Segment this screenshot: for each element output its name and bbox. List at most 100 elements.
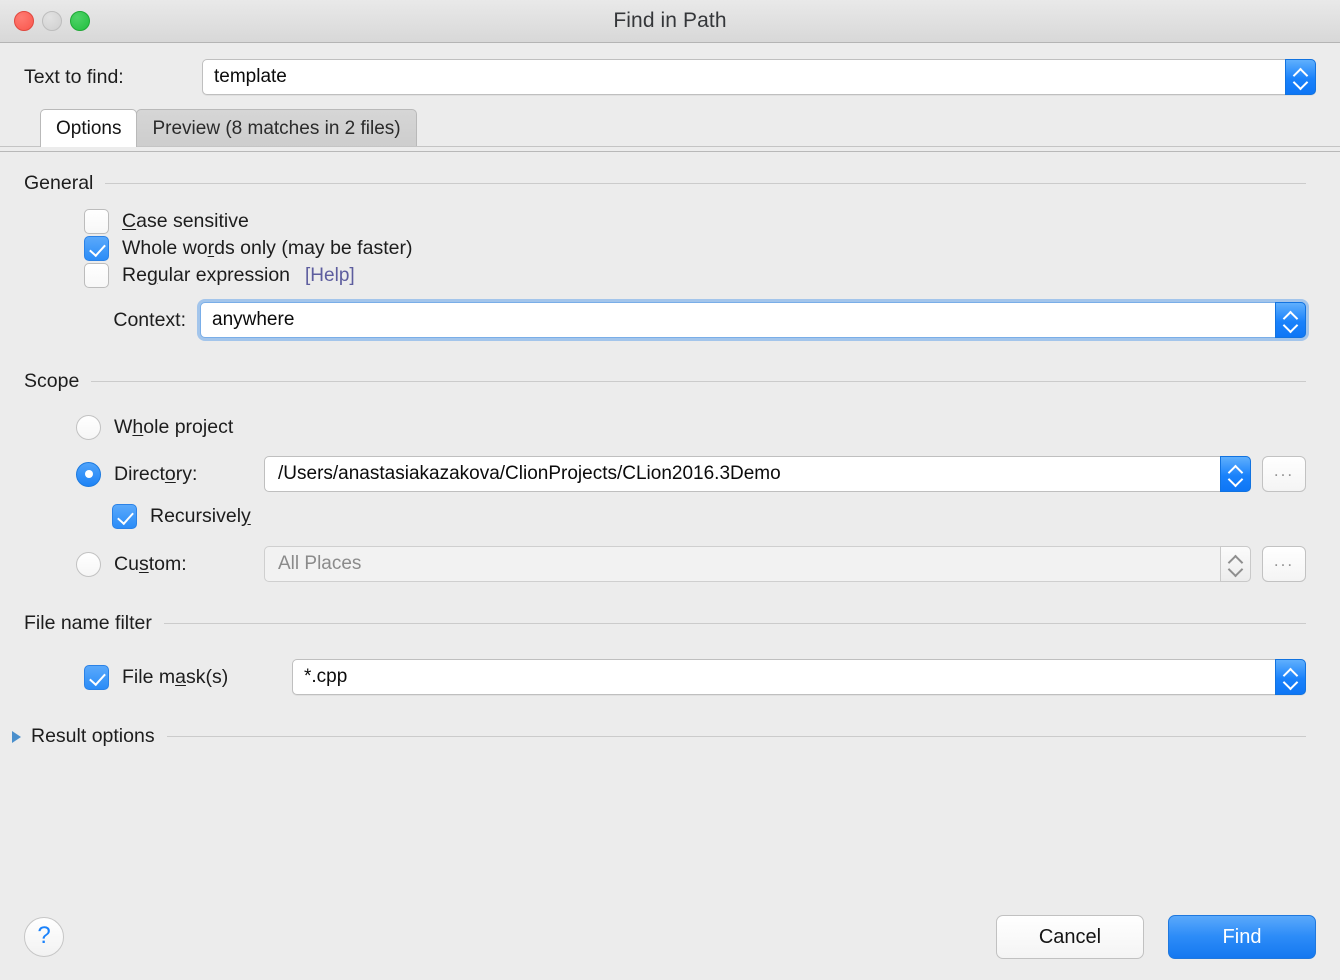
general-divider	[105, 183, 1306, 184]
tab-preview[interactable]: Preview (8 matches in 2 files)	[136, 109, 417, 147]
whole-words-row[interactable]: Whole words only (may be faster)	[0, 236, 1340, 261]
case-sensitive-label-text: ase sensitive	[136, 210, 249, 232]
search-input[interactable]: template	[203, 66, 287, 88]
whole-words-label: Whole words only (may be faster)	[122, 237, 412, 260]
custom-label-post: tom:	[148, 552, 187, 575]
directory-browse-button[interactable]: ...	[1262, 456, 1306, 492]
context-stepper[interactable]	[1275, 302, 1306, 338]
help-button[interactable]: ?	[24, 917, 64, 957]
whole-words-checkbox[interactable]	[84, 236, 109, 261]
file-mask-stepper[interactable]	[1275, 659, 1306, 695]
file-mask-label-pre: File m	[122, 665, 176, 688]
file-mask-checkbox[interactable]	[84, 664, 109, 690]
file-mask-label: File mask(s)	[122, 666, 292, 689]
regex-row[interactable]: Regular expression [Help]	[0, 263, 1340, 288]
custom-label: Custom:	[114, 553, 264, 576]
custom-label-pre: Cu	[114, 552, 139, 575]
whole-project-radio[interactable]	[76, 415, 101, 440]
directory-radio[interactable]	[76, 461, 101, 487]
regex-checkbox[interactable]	[84, 263, 109, 288]
scope-divider	[91, 381, 1306, 382]
zoom-button[interactable]	[70, 11, 90, 31]
tab-options[interactable]: Options	[40, 109, 138, 147]
directory-row[interactable]: Directory: /Users/anastasiakazakova/Clio…	[0, 456, 1340, 492]
case-sensitive-label: Case sensitive	[122, 210, 249, 233]
scope-group-header: Scope	[0, 370, 1340, 393]
regex-label-pre: Re	[122, 264, 147, 286]
whole-project-row[interactable]: Whole project	[0, 415, 1340, 440]
case-sensitive-mnemonic: C	[122, 210, 137, 232]
recursively-label: Recursively	[150, 505, 251, 528]
regex-mnemonic: g	[146, 264, 158, 286]
directory-mnemonic: o	[164, 462, 176, 485]
window-title: Find in Path	[613, 9, 727, 32]
case-sensitive-row[interactable]: Case sensitive	[0, 209, 1340, 234]
directory-path-input[interactable]: /Users/anastasiakazakova/ClionProjects/C…	[265, 463, 817, 485]
find-button[interactable]: Find	[1168, 915, 1316, 959]
directory-label-post: ry:	[175, 462, 198, 485]
window-controls	[14, 11, 90, 31]
dialog-body: Text to find: template Options Preview (…	[0, 43, 1340, 980]
recursively-label-pre: Recursivel	[150, 505, 242, 527]
custom-scope-value: All Places	[278, 553, 362, 574]
custom-radio[interactable]	[76, 551, 101, 577]
chevron-down-icon	[1229, 476, 1242, 483]
regex-label-post: ular expression	[157, 264, 291, 286]
case-sensitive-checkbox[interactable]	[84, 209, 109, 234]
context-input[interactable]: anywhere	[201, 309, 294, 331]
custom-scope-stepper[interactable]	[1220, 546, 1251, 582]
recursively-mnemonic: y	[241, 505, 251, 527]
directory-label-pre: Direct	[114, 462, 165, 485]
regex-help-link[interactable]: [Help]	[305, 265, 355, 287]
file-filter-divider	[163, 623, 1306, 624]
tab-preview-label: Preview (8 matches in 2 files)	[152, 117, 401, 139]
file-mask-input[interactable]: *.cpp	[293, 666, 347, 688]
text-to-find-row: Text to find: template	[0, 43, 1340, 95]
directory-path-combobox[interactable]: /Users/anastasiakazakova/ClionProjects/C…	[264, 456, 1251, 492]
cancel-button[interactable]: Cancel	[996, 915, 1144, 959]
directory-label: Directory:	[114, 463, 264, 486]
recursively-row[interactable]: Recursively	[0, 504, 1340, 529]
close-button[interactable]	[14, 11, 34, 31]
context-label: Context:	[113, 308, 186, 331]
general-group-header: General	[0, 172, 1340, 195]
minimize-button[interactable]	[42, 11, 62, 31]
file-mask-row[interactable]: File mask(s) *.cpp	[0, 659, 1340, 695]
recursively-checkbox[interactable]	[112, 504, 137, 529]
chevron-down-icon	[1229, 566, 1242, 573]
tab-underline	[0, 146, 1340, 147]
custom-scope-combobox[interactable]: All Places	[264, 546, 1251, 582]
search-stepper[interactable]	[1285, 59, 1316, 95]
whole-project-label-pre: W	[114, 416, 133, 438]
disclosure-triangle-icon[interactable]	[12, 730, 21, 743]
whole-project-mnemonic: h	[132, 416, 144, 438]
context-combobox[interactable]: anywhere	[200, 302, 1306, 338]
window-titlebar: Find in Path	[0, 0, 1340, 43]
file-filter-group-header: File name filter	[0, 612, 1340, 635]
text-to-find-combobox[interactable]: template	[202, 59, 1316, 95]
result-options-divider	[166, 736, 1306, 737]
chevron-down-icon	[1294, 79, 1307, 86]
dialog-footer: ? Cancel Find	[0, 894, 1340, 980]
whole-words-label-post: ds only (may be faster)	[214, 237, 413, 259]
chevron-down-icon	[1284, 322, 1297, 329]
file-mask-label-post: sk(s)	[185, 665, 229, 688]
text-to-find-label: Text to find:	[24, 65, 124, 88]
context-row: Context: anywhere	[0, 288, 1340, 338]
tab-options-label: Options	[56, 117, 122, 139]
file-mask-mnemonic: a	[175, 665, 186, 688]
custom-browse-button[interactable]: ...	[1262, 546, 1306, 582]
file-filter-heading: File name filter	[24, 612, 152, 634]
whole-project-label: Whole project	[114, 416, 233, 439]
file-mask-combobox[interactable]: *.cpp	[292, 659, 1306, 695]
directory-path-stepper[interactable]	[1220, 456, 1251, 492]
result-options-row[interactable]: Result options	[0, 725, 1340, 748]
result-options-label: Result options	[31, 725, 155, 747]
whole-project-label-post: ole project	[143, 416, 234, 438]
chevron-down-icon	[1284, 679, 1297, 686]
tab-bar: Options Preview (8 matches in 2 files)	[40, 109, 1340, 147]
general-heading: General	[24, 172, 94, 194]
custom-row[interactable]: Custom: All Places ...	[0, 546, 1340, 582]
custom-mnemonic: s	[138, 552, 149, 575]
regex-label: Regular expression	[122, 264, 290, 287]
